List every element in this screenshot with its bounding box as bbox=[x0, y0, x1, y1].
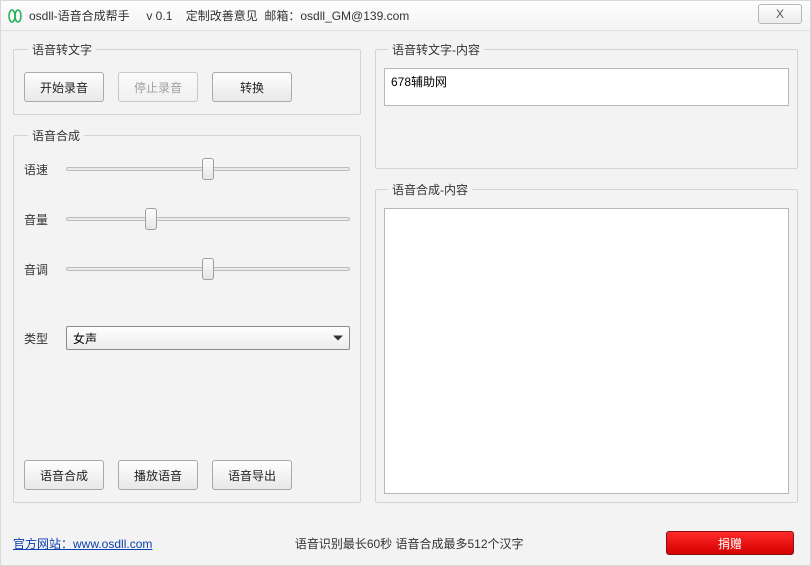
window-title: osdll-语音合成帮手 v 0.1 定制改善意见 邮箱：osdll_GM@13… bbox=[29, 7, 409, 24]
volume-row: 音量 bbox=[24, 208, 350, 230]
stt-result-legend: 语音转文字-内容 bbox=[388, 41, 484, 58]
pitch-row: 音调 bbox=[24, 258, 350, 280]
speed-label: 语速 bbox=[24, 161, 58, 178]
right-column: 语音转文字-内容 语音合成-内容 bbox=[375, 41, 798, 515]
tts-legend: 语音合成 bbox=[28, 127, 84, 144]
content-area: 语音转文字 开始录音 停止录音 转换 语音合成 语速 bbox=[1, 31, 810, 565]
slider-thumb[interactable] bbox=[145, 208, 157, 230]
stop-record-button: 停止录音 bbox=[118, 72, 198, 102]
footer: 官方网站：www.osdll.com 语音识别最长60秒 语音合成最多512个汉… bbox=[13, 529, 798, 557]
pitch-slider[interactable] bbox=[66, 258, 350, 280]
synthesize-button[interactable]: 语音合成 bbox=[24, 460, 104, 490]
slider-thumb[interactable] bbox=[202, 158, 214, 180]
slider-track bbox=[66, 217, 350, 221]
voice-type-combobox[interactable]: 女声 bbox=[66, 326, 350, 350]
tts-button-row: 语音合成 播放语音 语音导出 bbox=[24, 460, 350, 490]
main-columns: 语音转文字 开始录音 停止录音 转换 语音合成 语速 bbox=[13, 41, 798, 515]
app-window: osdll-语音合成帮手 v 0.1 定制改善意见 邮箱：osdll_GM@13… bbox=[0, 0, 811, 566]
export-button[interactable]: 语音导出 bbox=[212, 460, 292, 490]
tts-result-textarea[interactable] bbox=[384, 208, 789, 494]
left-column: 语音转文字 开始录音 停止录音 转换 语音合成 语速 bbox=[13, 41, 361, 515]
site-link[interactable]: 官方网站：www.osdll.com bbox=[13, 535, 152, 552]
stt-result-textarea[interactable] bbox=[384, 68, 789, 106]
play-button[interactable]: 播放语音 bbox=[118, 460, 198, 490]
convert-button[interactable]: 转换 bbox=[212, 72, 292, 102]
site-link-url: www.osdll.com bbox=[73, 537, 152, 551]
donate-button[interactable]: 捐赠 bbox=[666, 531, 794, 555]
stt-legend: 语音转文字 bbox=[28, 41, 96, 58]
speed-slider[interactable] bbox=[66, 158, 350, 180]
slider-thumb[interactable] bbox=[202, 258, 214, 280]
footer-info: 语音识别最长60秒 语音合成最多512个汉字 bbox=[152, 535, 666, 552]
tts-result-legend: 语音合成-内容 bbox=[388, 181, 472, 198]
close-icon: X bbox=[776, 7, 784, 21]
text-to-speech-group: 语音合成 语速 音量 bbox=[13, 127, 361, 503]
pitch-label: 音调 bbox=[24, 261, 58, 278]
voice-type-row: 类型 女声 bbox=[24, 326, 350, 350]
stt-button-row: 开始录音 停止录音 转换 bbox=[24, 72, 350, 102]
app-icon bbox=[7, 8, 23, 24]
speed-row: 语速 bbox=[24, 158, 350, 180]
site-link-label: 官方网站： bbox=[13, 537, 73, 551]
titlebar: osdll-语音合成帮手 v 0.1 定制改善意见 邮箱：osdll_GM@13… bbox=[1, 1, 810, 31]
tts-result-group: 语音合成-内容 bbox=[375, 181, 798, 503]
chevron-down-icon bbox=[333, 336, 343, 341]
stt-result-group: 语音转文字-内容 bbox=[375, 41, 798, 169]
start-record-button[interactable]: 开始录音 bbox=[24, 72, 104, 102]
type-label: 类型 bbox=[24, 330, 58, 347]
volume-slider[interactable] bbox=[66, 208, 350, 230]
volume-label: 音量 bbox=[24, 211, 58, 228]
close-button[interactable]: X bbox=[758, 4, 802, 24]
speech-to-text-group: 语音转文字 开始录音 停止录音 转换 bbox=[13, 41, 361, 115]
voice-type-selected: 女声 bbox=[73, 330, 97, 347]
